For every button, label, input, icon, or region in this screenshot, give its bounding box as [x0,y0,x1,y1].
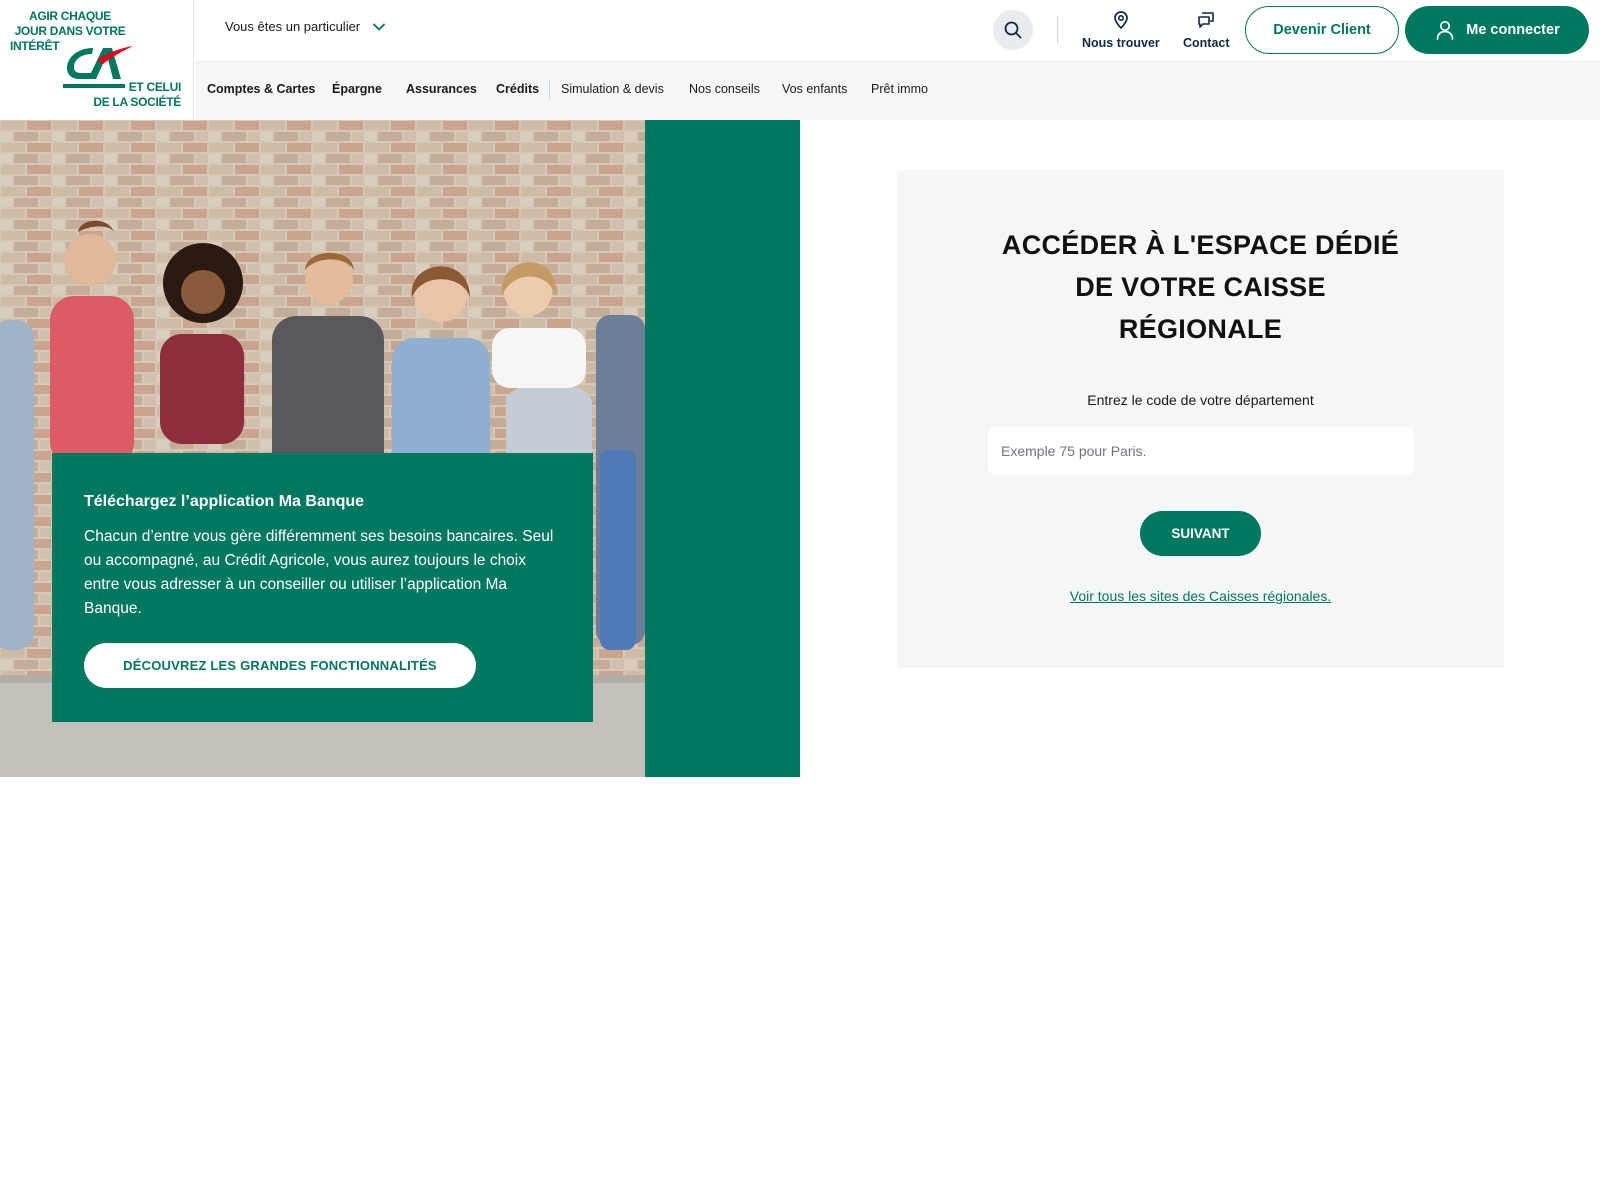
nous-trouver-link[interactable]: Nous trouver [1082,10,1160,50]
me-connecter-button[interactable]: Me connecter [1405,6,1589,54]
logo-tagline-line: AGIR CHAQUE [28,9,112,23]
department-code-label: Entrez le code de votre département [1087,392,1314,408]
nav-item-nos-conseils[interactable]: Nos conseils [689,82,760,96]
all-regional-sites-link[interactable]: Voir tous les sites des Caisses régional… [897,588,1504,604]
logo-tagline-line: DE LA SOCIÉTÉ [93,95,181,109]
main-nav: Comptes & Cartes Épargne Assurances Créd… [195,60,1600,120]
discover-features-button[interactable]: DÉCOUVREZ LES GRANDES FONCTIONNALITÉS [84,643,476,688]
search-icon [1004,21,1022,39]
profile-select-label: Vous êtes un particulier [225,19,361,34]
devenir-client-button[interactable]: Devenir Client [1245,6,1399,54]
nav-item-simulation-devis[interactable]: Simulation & devis [561,82,664,96]
app-promo-text: Chacun d’entre vous gère différemment se… [84,528,554,617]
hero-green-strip [645,120,800,777]
app-promo-card: Téléchargez l’application Ma Banque Chac… [52,453,593,722]
app-promo-title: Téléchargez l’application Ma Banque [84,493,365,510]
header-divider [1057,16,1058,44]
user-icon [1436,20,1454,40]
nav-item-vos-enfants[interactable]: Vos enfants [782,82,847,96]
search-button[interactable] [993,10,1033,50]
nav-separator [549,80,550,100]
panel-title-line: ACCÉDER À L'ESPACE DÉDIÉ [1001,230,1400,260]
contact-link[interactable]: Contact [1183,10,1230,50]
contact-label: Contact [1183,36,1230,50]
logo-tagline-bottom: ET CELUI DE LA SOCIÉTÉ [93,80,181,110]
panel-title-line: DE VOTRE CAISSE [1075,272,1326,302]
logo-tagline-line: JOUR DANS VOTRE [14,24,126,38]
location-pin-icon [1114,11,1128,30]
top-bar: Vous êtes un particulier Nous trouver Co… [195,0,1600,60]
suivant-button[interactable]: SUIVANT [1140,511,1261,556]
me-connecter-label: Me connecter [1466,22,1560,38]
logo-block[interactable]: AGIR CHAQUE JOUR DANS VOTRE INTÉRÊT ET C… [0,0,194,120]
nav-item-pret-immo[interactable]: Prêt immo [871,82,928,96]
chevron-down-icon [373,23,386,30]
chat-bubbles-icon [1198,12,1215,28]
nav-item-credits[interactable]: Crédits [496,82,539,96]
nav-item-comptes-cartes[interactable]: Comptes & Cartes [207,82,315,96]
panel-title-line: RÉGIONALE [1118,314,1283,344]
panel-title: ACCÉDER À L'ESPACE DÉDIÉ DE VOTRE CAISSE… [897,224,1504,350]
nav-item-epargne[interactable]: Épargne [332,82,382,96]
regional-access-panel: ACCÉDER À L'ESPACE DÉDIÉ DE VOTRE CAISSE… [897,170,1504,668]
nav-item-assurances[interactable]: Assurances [406,82,477,96]
department-code-input[interactable] [988,427,1414,475]
nous-trouver-label: Nous trouver [1082,36,1160,50]
profile-select[interactable]: Vous êtes un particulier [225,19,386,34]
logo-tagline-line: ET CELUI [128,80,182,94]
